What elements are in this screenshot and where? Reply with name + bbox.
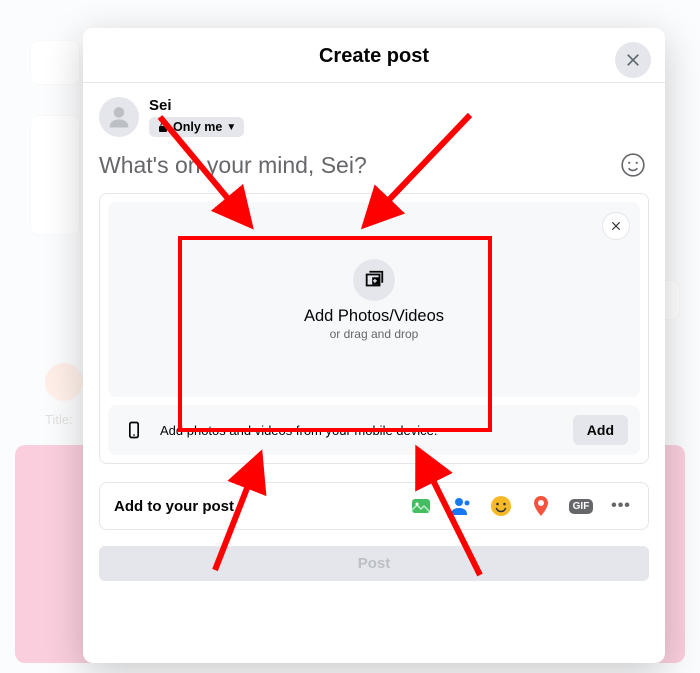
tag-people-option[interactable] [448,493,474,519]
more-icon: ••• [611,497,631,515]
people-icon [449,494,473,518]
upload-box[interactable]: Add Photos/Videos or drag and drop [108,202,640,397]
feeling-icon [489,494,513,518]
username[interactable]: Sei [149,97,244,114]
avatar[interactable] [99,97,139,137]
mobile-upload-row: Add photos and videos from your mobile d… [108,405,640,455]
create-post-modal: Create post Sei Only me ▼ [83,28,665,663]
add-to-post-label: Add to your post [114,498,234,515]
feeling-option[interactable] [488,493,514,519]
upload-icon-circle [353,259,395,301]
gif-option[interactable]: GIF [568,493,594,519]
modal-title: Create post [83,45,665,68]
modal-header: Create post [83,28,665,83]
post-content-input[interactable] [99,152,617,179]
location-option[interactable] [528,493,554,519]
person-icon [105,103,133,131]
phone-icon [120,416,148,444]
upload-area: Add Photos/Videos or drag and drop Add p… [99,193,649,464]
user-info: Sei Only me ▼ [149,97,244,137]
composer-row [83,145,665,191]
close-icon [609,219,623,233]
caret-down-icon: ▼ [226,122,236,133]
upload-title: Add Photos/Videos [304,307,444,326]
smiley-icon [620,152,646,178]
post-button[interactable]: Post [99,546,649,581]
mobile-left: Add photos and videos from your mobile d… [120,416,438,444]
close-icon [623,50,643,70]
more-options[interactable]: ••• [608,493,634,519]
gif-icon: GIF [569,499,594,514]
privacy-selector[interactable]: Only me ▼ [149,117,244,137]
close-button[interactable] [615,42,651,78]
mobile-text: Add photos and videos from your mobile d… [160,423,438,438]
add-photo-icon [363,269,385,291]
lock-icon [157,121,169,133]
upload-subtitle: or drag and drop [330,327,419,341]
location-icon [529,494,553,518]
post-options: GIF ••• [408,493,634,519]
emoji-button[interactable] [617,149,649,181]
user-row: Sei Only me ▼ [83,83,665,145]
photo-icon [409,494,433,518]
add-to-post-row: Add to your post GIF ••• [99,482,649,530]
photo-option[interactable] [408,493,434,519]
privacy-label: Only me [173,120,222,134]
add-button[interactable]: Add [573,415,628,445]
upload-close-button[interactable] [602,212,630,240]
